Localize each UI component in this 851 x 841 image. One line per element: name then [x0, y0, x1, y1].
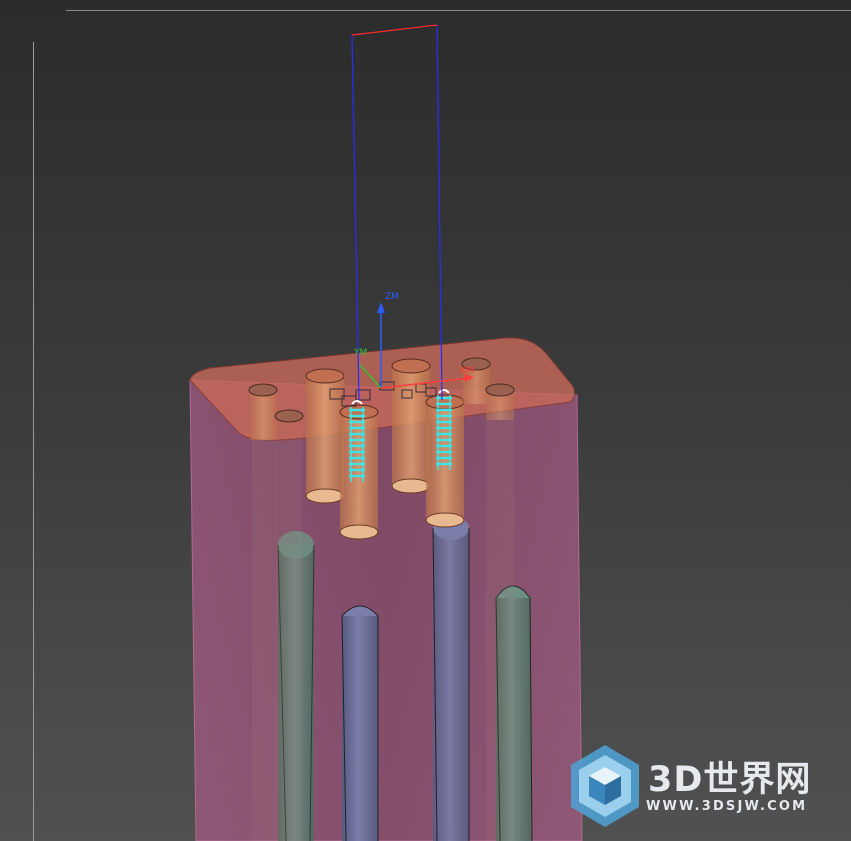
3d-viewport[interactable]: ZM YM XM 3D世界网 WWW.3DSJW.COM	[0, 0, 851, 841]
watermark-title: 3D世界网	[648, 760, 812, 800]
site-watermark: 3D世界网 WWW.3DSJW.COM	[566, 745, 836, 830]
watermark-url: WWW.3DSJW.COM	[646, 799, 808, 814]
x-axis-label: XM	[460, 366, 474, 376]
y-axis-label: YM	[353, 348, 367, 358]
pin-5[interactable]	[248, 383, 278, 440]
pin-6[interactable]	[274, 409, 304, 423]
rod-center-right[interactable]	[432, 516, 470, 841]
selection-box-lines	[351, 24, 443, 401]
pin-3[interactable]	[339, 404, 379, 540]
rod-center-left[interactable]	[341, 605, 379, 841]
pin-8[interactable]	[485, 383, 515, 420]
cad-model-scene[interactable]: ZM YM XM	[0, 0, 851, 841]
z-axis-label: ZM	[385, 292, 399, 302]
pin-2[interactable]	[391, 358, 431, 494]
